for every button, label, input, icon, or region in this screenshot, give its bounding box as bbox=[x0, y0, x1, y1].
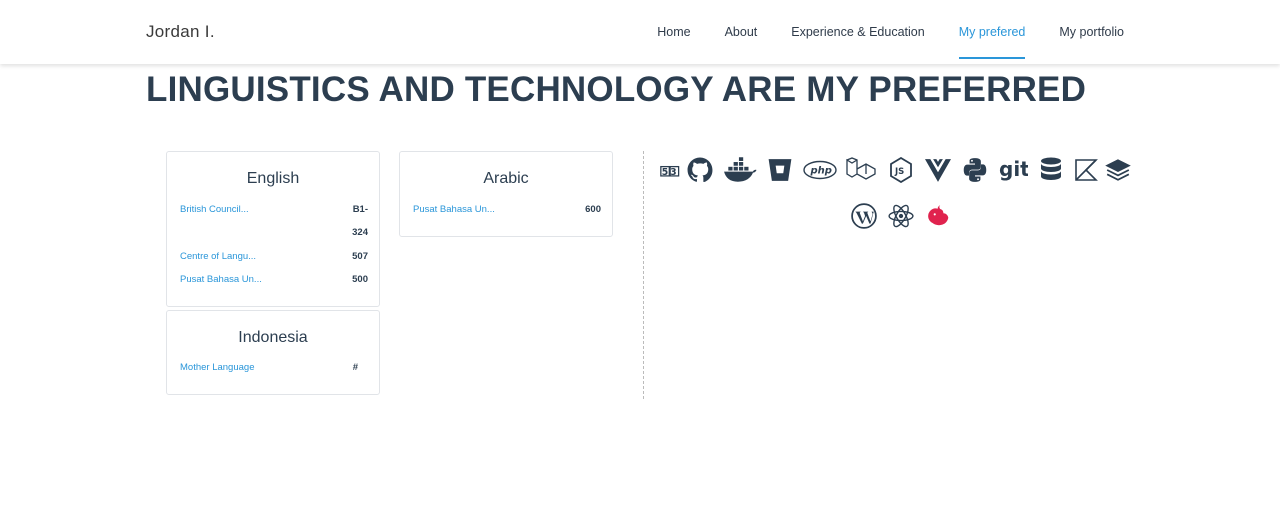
score-value: 324 bbox=[352, 227, 368, 238]
laravel-icon bbox=[846, 156, 878, 184]
nestjs-icon bbox=[924, 202, 952, 230]
php-icon: php bbox=[803, 156, 837, 184]
github-icon bbox=[686, 156, 714, 184]
nav-home[interactable]: Home bbox=[657, 0, 690, 64]
git-label: git bbox=[999, 157, 1028, 181]
git-icon: git bbox=[998, 156, 1028, 184]
language-name: Indonesia bbox=[238, 329, 308, 346]
svg-text:JS: JS bbox=[894, 167, 904, 177]
language-name: English bbox=[246, 170, 300, 187]
score-value: 507 bbox=[352, 251, 368, 262]
institution-link[interactable]: Centre of Langu... bbox=[180, 251, 256, 262]
language-card-arabic: Arabic Pusat Bahasa Un... 600 bbox=[399, 151, 613, 237]
docker-icon bbox=[723, 156, 757, 184]
list-item: 324 bbox=[180, 227, 368, 241]
nav-my-prefered[interactable]: My prefered bbox=[958, 0, 1025, 64]
layers-icon bbox=[1104, 156, 1132, 184]
list-item: Pusat Bahasa Un... 500 bbox=[180, 274, 368, 288]
score-value: B1- bbox=[352, 204, 368, 215]
institution-link[interactable]: Pusat Bahasa Un... bbox=[413, 204, 495, 215]
institution-link[interactable]: British Council... bbox=[180, 204, 249, 215]
nav-experience-education[interactable]: Experience & Education bbox=[791, 0, 924, 64]
score-value: 500 bbox=[352, 274, 368, 285]
language-name: Arabic bbox=[483, 170, 529, 187]
kotlin-icon bbox=[1074, 156, 1098, 184]
html-css-icon: 53 bbox=[660, 156, 682, 184]
list-item: Centre of Langu... 507 bbox=[180, 251, 368, 265]
nav-about[interactable]: About bbox=[725, 0, 758, 64]
navbar: Jordan I. Home About Experience & Educat… bbox=[0, 0, 1280, 64]
score-value: 600 bbox=[585, 204, 601, 215]
nav-my-portfolio[interactable]: My portfolio bbox=[1059, 0, 1124, 64]
page-title: LINGUISTICS AND TECHNOLOGY ARE MY PREFER… bbox=[146, 70, 1087, 109]
python-icon bbox=[961, 156, 989, 184]
institution-link[interactable]: Mother Language bbox=[180, 362, 254, 373]
institution-link[interactable]: Pusat Bahasa Un... bbox=[180, 274, 262, 285]
wordpress-icon bbox=[850, 202, 878, 230]
database-icon bbox=[1037, 156, 1065, 184]
vue-icon bbox=[924, 156, 952, 184]
list-item: British Council... B1- bbox=[180, 204, 368, 218]
react-icon bbox=[887, 202, 915, 230]
nodejs-icon: JS bbox=[887, 156, 915, 184]
score-value: # bbox=[352, 362, 358, 373]
tech-icons-row bbox=[850, 202, 961, 230]
php-label: php bbox=[810, 166, 832, 177]
main-nav: Home About Experience & Education My pre… bbox=[623, 0, 1124, 64]
list-item: Mother Language # bbox=[180, 362, 358, 376]
tech-icons-row: 53 php JS git bbox=[660, 156, 1141, 184]
bitbucket-icon bbox=[766, 156, 794, 184]
list-item: Pusat Bahasa Un... 600 bbox=[413, 204, 601, 218]
brand-logo[interactable]: Jordan I. bbox=[146, 22, 215, 42]
section-divider bbox=[643, 151, 644, 399]
language-card-english: English British Council... B1- 324 Centr… bbox=[166, 151, 380, 307]
language-card-indonesia: Indonesia Mother Language # bbox=[166, 310, 380, 395]
